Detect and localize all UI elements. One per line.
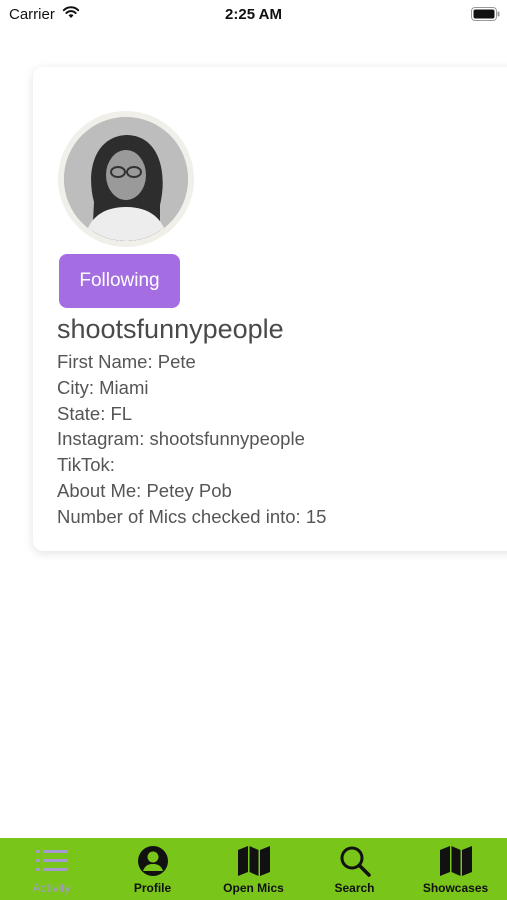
- tab-activity[interactable]: Activity: [1, 838, 102, 900]
- instagram-detail: Instagram: shootsfunnypeople: [57, 428, 305, 450]
- tab-label: Activity: [32, 881, 71, 895]
- tiktok-detail: TikTok:: [57, 454, 115, 476]
- profile-details: First Name: Pete City: Miami State: FL I…: [57, 349, 326, 530]
- following-button[interactable]: Following: [59, 254, 180, 308]
- first-name-detail: First Name: Pete: [57, 351, 196, 372]
- tab-label: Open Mics: [223, 881, 284, 895]
- avatar-photo: [64, 117, 188, 241]
- tab-profile[interactable]: Profile: [102, 838, 203, 900]
- map-icon: [439, 845, 473, 877]
- username: shootsfunnypeople: [57, 314, 284, 344]
- tab-label: Showcases: [422, 881, 489, 895]
- status-time: 2:25 AM: [225, 6, 282, 23]
- map-icon: [237, 845, 271, 877]
- magnifier-icon: [339, 845, 371, 877]
- tab-label: Search: [334, 881, 375, 895]
- mics-checked-detail: Number of Mics checked into: 15: [57, 505, 327, 527]
- status-bar: Carrier 2:25 AM: [0, 0, 507, 30]
- tab-open-mics[interactable]: Open Mics: [203, 838, 304, 900]
- person-circle-icon: [137, 845, 169, 877]
- state-detail: State: FL: [57, 402, 133, 424]
- about-me-detail: About Me: Petey Pob: [57, 479, 232, 501]
- tab-bar: Activity Profile Open Mics Search Showca…: [0, 838, 507, 900]
- avatar: [58, 111, 194, 247]
- list-icon: [35, 845, 69, 877]
- tab-showcases[interactable]: Showcases: [405, 838, 506, 900]
- city-detail: City: Miami: [57, 376, 149, 398]
- tab-search[interactable]: Search: [304, 838, 405, 900]
- tab-label: Profile: [133, 881, 172, 895]
- battery-icon: [471, 7, 500, 26]
